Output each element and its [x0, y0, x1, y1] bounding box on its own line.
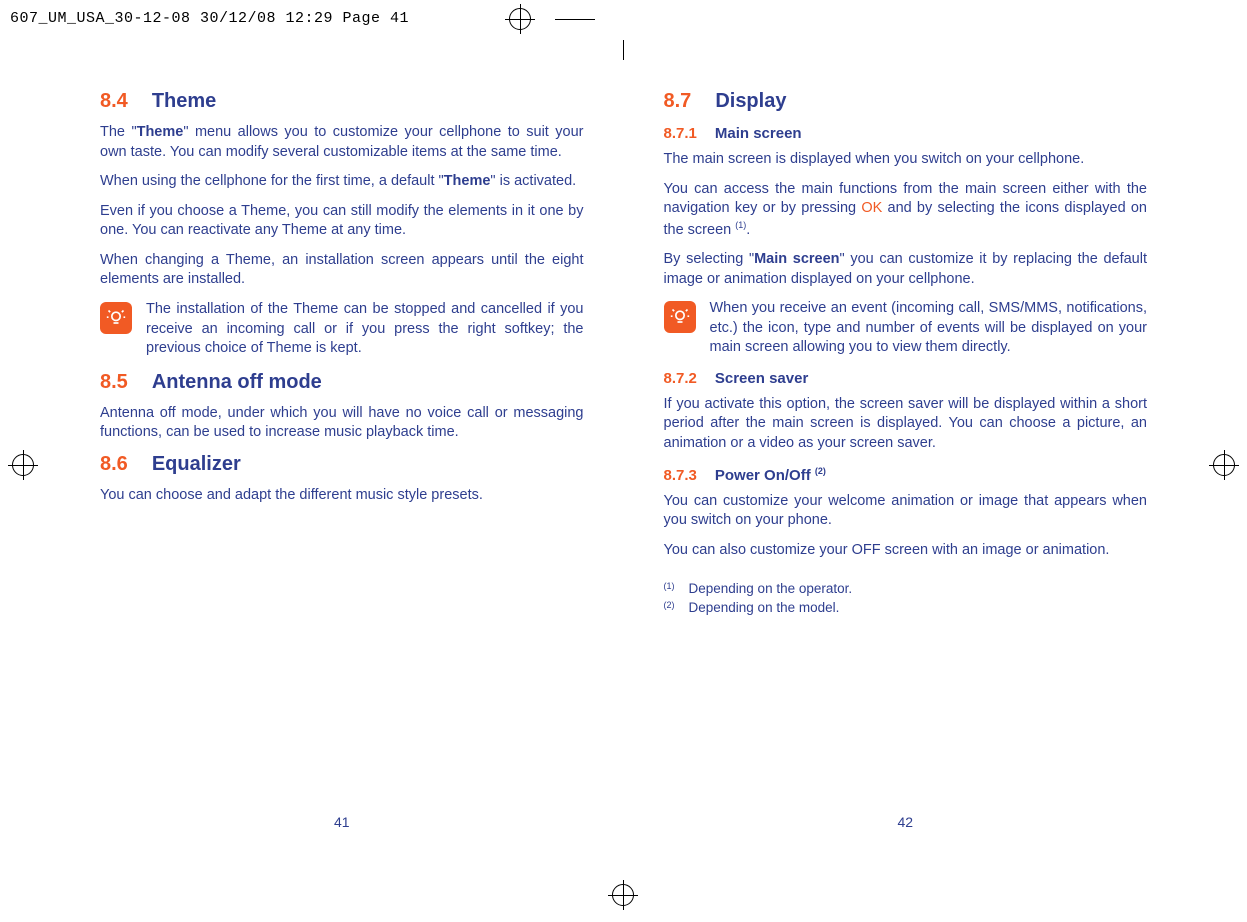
- subsection-number: 8.7.3: [664, 467, 697, 484]
- section-title: Display: [715, 90, 786, 112]
- crop-mark: [555, 19, 595, 20]
- body-text: You can customize your welcome animation…: [664, 492, 1148, 531]
- body-text: Even if you choose a Theme, you can stil…: [100, 202, 584, 241]
- subsection-number: 8.7.2: [664, 370, 697, 387]
- heading-8-6: 8.6 Equalizer: [100, 453, 584, 476]
- body-text: You can also customize your OFF screen w…: [664, 541, 1148, 561]
- body-text: When changing a Theme, an installation s…: [100, 251, 584, 290]
- note-text: The installation of the Theme can be sto…: [146, 300, 584, 359]
- page-spread: 8.4 Theme The "Theme" menu allows you to …: [50, 60, 1197, 860]
- note-text: When you receive an event (incoming call…: [710, 299, 1148, 358]
- heading-8-7: 8.7 Display: [664, 90, 1148, 113]
- page-right: 8.7 Display 8.7.1 Main screen The main scr…: [624, 60, 1198, 860]
- registration-mark-right: [1209, 450, 1239, 480]
- lightbulb-icon: [100, 302, 132, 334]
- heading-8-7-1: 8.7.1 Main screen: [664, 125, 1148, 142]
- page-left: 8.4 Theme The "Theme" menu allows you to …: [50, 60, 624, 860]
- heading-8-7-3: 8.7.3 Power On/Off (2): [664, 466, 1148, 484]
- section-number: 8.6: [100, 453, 128, 475]
- registration-mark-left: [8, 450, 38, 480]
- body-text: You can access the main functions from t…: [664, 180, 1148, 241]
- subsection-title: Screen saver: [715, 370, 808, 387]
- tip-note: The installation of the Theme can be sto…: [100, 300, 584, 359]
- section-title: Theme: [152, 90, 216, 112]
- registration-mark-top: [505, 4, 535, 34]
- page-number-right: 42: [664, 804, 1148, 830]
- footnote-2: (2)Depending on the model.: [664, 599, 1148, 618]
- lightbulb-icon: [664, 301, 696, 333]
- section-title: Antenna off mode: [152, 371, 322, 393]
- tip-note: When you receive an event (incoming call…: [664, 299, 1148, 358]
- body-text: By selecting "Main screen" you can custo…: [664, 250, 1148, 289]
- print-slug: 607_UM_USA_30-12-08 30/12/08 12:29 Page …: [10, 10, 409, 27]
- body-text: When using the cellphone for the first t…: [100, 172, 584, 192]
- section-number: 8.5: [100, 371, 128, 393]
- section-number: 8.4: [100, 90, 128, 112]
- body-text: You can choose and adapt the different m…: [100, 486, 584, 506]
- subsection-number: 8.7.1: [664, 125, 697, 142]
- subsection-title: Power On/Off (2): [715, 467, 826, 484]
- subsection-title: Main screen: [715, 125, 802, 142]
- crop-mark: [623, 40, 624, 60]
- heading-8-4: 8.4 Theme: [100, 90, 584, 113]
- footnotes: (1)Depending on the operator. (2)Dependi…: [664, 580, 1148, 618]
- page-number-left: 41: [100, 804, 584, 830]
- body-text: The "Theme" menu allows you to customize…: [100, 123, 584, 162]
- heading-8-5: 8.5 Antenna off mode: [100, 371, 584, 394]
- body-text: Antenna off mode, under which you will h…: [100, 404, 584, 443]
- ok-key-label: OK: [861, 200, 882, 216]
- footnote-1: (1)Depending on the operator.: [664, 580, 1148, 599]
- section-title: Equalizer: [152, 453, 241, 475]
- heading-8-7-2: 8.7.2 Screen saver: [664, 370, 1148, 387]
- section-number: 8.7: [664, 90, 692, 112]
- body-text: The main screen is displayed when you sw…: [664, 150, 1148, 170]
- body-text: If you activate this option, the screen …: [664, 395, 1148, 454]
- registration-mark-bottom: [608, 880, 638, 910]
